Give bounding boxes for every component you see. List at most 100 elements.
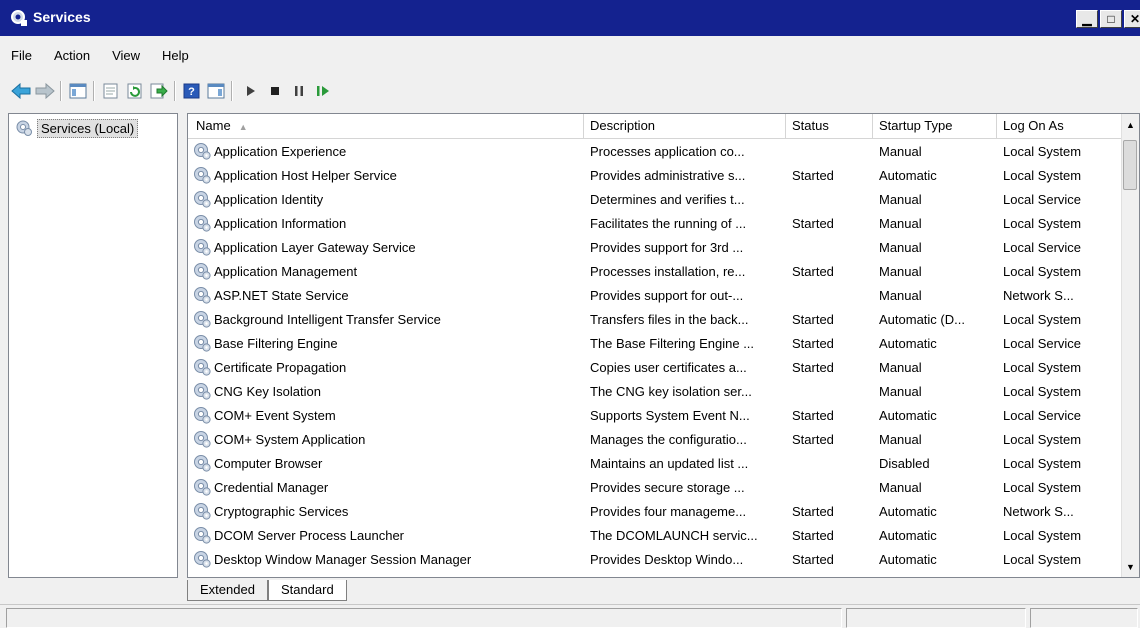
service-gear-icon: [194, 311, 211, 328]
refresh-icon: [127, 83, 142, 99]
service-startup-type: Automatic: [879, 551, 937, 567]
service-log-on-as: Local System: [1003, 167, 1082, 183]
menu-file[interactable]: File: [0, 44, 43, 68]
service-description: Copies user certificates a...: [590, 359, 747, 375]
column-header-status[interactable]: Status: [786, 114, 873, 138]
table-row[interactable]: COM+ Event System Supports System Event N…: [188, 403, 1123, 427]
window-title: Services: [33, 9, 91, 25]
service-name: Application Identity: [214, 191, 324, 207]
service-gear-icon: [194, 431, 211, 448]
resume-service-button[interactable]: [312, 79, 334, 103]
show-hide-console-tree-button[interactable]: [67, 79, 89, 103]
table-row[interactable]: Desktop Window Manager Session Manager Pr…: [188, 547, 1123, 571]
table-row[interactable]: Application Identity Determines and verif…: [188, 187, 1123, 211]
column-header-description[interactable]: Description: [584, 114, 786, 138]
show-hide-console-tree-icon: [69, 83, 87, 99]
service-description: Provides Desktop Windo...: [590, 551, 744, 567]
table-row[interactable]: Background Intelligent Transfer Service T…: [188, 307, 1123, 331]
table-row[interactable]: Application Information Facilitates the r…: [188, 211, 1123, 235]
minimize-icon: ▁: [1082, 12, 1092, 26]
service-startup-type: Manual: [879, 383, 922, 399]
service-name-cell: COM+ System Application: [188, 429, 584, 449]
service-name-cell: Application Information: [188, 213, 584, 233]
service-gear-icon: [194, 335, 211, 352]
table-row[interactable]: Cryptographic Services Provides four mana…: [188, 499, 1123, 523]
table-row[interactable]: Credential Manager Provides secure storag…: [188, 475, 1123, 499]
table-row[interactable]: ASP.NET State Service Provides support fo…: [188, 283, 1123, 307]
service-log-on-as: Local Service: [1003, 335, 1082, 351]
service-name: COM+ System Application: [214, 431, 366, 447]
column-header-startup-type[interactable]: Startup Type: [873, 114, 997, 138]
table-row[interactable]: Application Management Processes installa…: [188, 259, 1123, 283]
properties-button[interactable]: [100, 79, 122, 103]
vertical-scrollbar[interactable]: ▲ ▼: [1121, 114, 1139, 577]
stop-service-button[interactable]: [264, 79, 286, 103]
service-log-on-as: Local System: [1003, 383, 1082, 399]
table-row[interactable]: Computer Browser Maintains an updated lis…: [188, 451, 1123, 475]
service-name: ASP.NET State Service: [214, 287, 349, 303]
column-header-name[interactable]: Name ▲: [188, 114, 584, 138]
properties-icon: [103, 83, 118, 99]
scroll-up-button[interactable]: ▲: [1122, 116, 1139, 133]
minimize-button[interactable]: ▁: [1076, 10, 1098, 28]
table-row[interactable]: Base Filtering Engine The Base Filtering …: [188, 331, 1123, 355]
service-status: Started: [792, 503, 834, 519]
service-name-cell: COM+ Event System: [188, 405, 584, 425]
service-status: Started: [792, 359, 834, 375]
table-row[interactable]: Application Experience Processes applicat…: [188, 139, 1123, 163]
pause-service-button[interactable]: [288, 79, 310, 103]
service-name-cell: Application Layer Gateway Service: [188, 237, 584, 257]
table-row[interactable]: Application Host Helper Service Provides …: [188, 163, 1123, 187]
service-gear-icon: [194, 407, 211, 424]
table-row[interactable]: COM+ System Application Manages the confi…: [188, 427, 1123, 451]
sort-ascending-icon: ▲: [238, 121, 248, 132]
service-log-on-as: Local System: [1003, 455, 1082, 471]
table-row[interactable]: DCOM Server Process Launcher The DCOMLAUN…: [188, 523, 1123, 547]
tree-item-services-local[interactable]: Services (Local): [15, 118, 139, 138]
title-bar[interactable]: Services ▁ □ ✕: [0, 0, 1140, 36]
scrollbar-thumb[interactable]: [1123, 140, 1137, 190]
tab-extended[interactable]: Extended: [187, 580, 268, 601]
service-gear-icon: [194, 263, 211, 280]
maximize-button[interactable]: □: [1100, 10, 1122, 28]
menu-action[interactable]: Action: [43, 44, 101, 68]
export-list-button[interactable]: [148, 79, 170, 103]
forward-button[interactable]: [34, 79, 56, 103]
toolbar: ?: [10, 79, 1130, 105]
service-name: Credential Manager: [214, 479, 329, 495]
help-icon: ?: [183, 83, 200, 99]
service-log-on-as: Local System: [1003, 263, 1082, 279]
resume-service-icon: [317, 86, 329, 96]
service-startup-type: Disabled: [879, 455, 930, 471]
column-header-log-on-as[interactable]: Log On As: [997, 114, 1123, 138]
show-hide-action-pane-icon: [207, 83, 225, 99]
service-startup-type: Manual: [879, 143, 922, 159]
menu-help[interactable]: Help: [151, 44, 200, 68]
service-name: COM+ Event System: [214, 407, 336, 423]
service-description: The DCOMLAUNCH servic...: [590, 527, 758, 543]
table-row[interactable]: Certificate Propagation Copies user certi…: [188, 355, 1123, 379]
help-button[interactable]: ?: [181, 79, 203, 103]
scroll-down-button[interactable]: ▼: [1122, 558, 1139, 575]
table-row[interactable]: CNG Key Isolation The CNG key isolation s…: [188, 379, 1123, 403]
tab-standard[interactable]: Standard: [267, 580, 347, 601]
back-button[interactable]: [10, 79, 32, 103]
service-log-on-as: Local Service: [1003, 191, 1082, 207]
start-service-button[interactable]: [240, 79, 262, 103]
menu-view[interactable]: View: [101, 44, 151, 68]
service-name: Computer Browser: [214, 455, 323, 471]
service-description: Facilitates the running of ...: [590, 215, 747, 231]
service-startup-type: Automatic: [879, 407, 937, 423]
service-name-cell: Application Identity: [188, 189, 584, 209]
service-gear-icon: [194, 503, 211, 520]
service-name-cell: Application Management: [188, 261, 584, 281]
service-name-cell: Desktop Window Manager Session Manager: [188, 549, 584, 569]
show-hide-action-pane-button[interactable]: [205, 79, 227, 103]
refresh-button[interactable]: [124, 79, 146, 103]
service-startup-type: Manual: [879, 263, 922, 279]
service-name: Desktop Window Manager Session Manager: [214, 551, 472, 567]
close-button[interactable]: ✕: [1124, 10, 1140, 28]
table-row[interactable]: Application Layer Gateway Service Provide…: [188, 235, 1123, 259]
service-name: Application Experience: [214, 143, 347, 159]
service-description: Provides support for out-...: [590, 287, 744, 303]
